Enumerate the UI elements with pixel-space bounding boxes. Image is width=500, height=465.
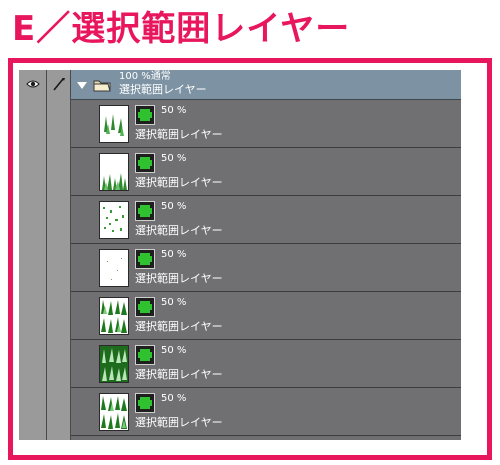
layer-row[interactable]: 50 % 選択範囲レイヤー: [71, 340, 461, 388]
layer-name: 選択範囲レイヤー: [135, 368, 223, 381]
folder-name: 選択範囲レイヤー: [119, 83, 207, 96]
selection-layer-icon: [135, 393, 155, 413]
layer-opacity: 50 %: [161, 345, 187, 356]
visibility-column[interactable]: [19, 70, 47, 440]
layer-row[interactable]: 50 % 選択範囲レイヤー: [71, 100, 461, 148]
layer-panel: 100 %通常 選択範囲レイヤー 50 % 選択範囲レイヤー 50 % 選択範囲…: [19, 70, 461, 440]
layer-opacity: 50 %: [161, 105, 187, 116]
lock-column[interactable]: [47, 70, 71, 440]
layer-row[interactable]: 50 % 選択範囲レイヤー: [71, 196, 461, 244]
layer-opacity: 50 %: [161, 297, 187, 308]
layer-opacity: 50 %: [161, 153, 187, 164]
layer-thumbnail: [99, 297, 129, 335]
folder-row[interactable]: 100 %通常 選択範囲レイヤー: [71, 70, 461, 100]
folder-toggles: [19, 70, 71, 100]
layer-row[interactable]: 50 % 選択範囲レイヤー: [71, 388, 461, 436]
triangle-down-icon[interactable]: [77, 82, 87, 89]
layer-name: 選択範囲レイヤー: [135, 128, 223, 141]
layer-row[interactable]: 50 % 選択範囲レイヤー: [71, 244, 461, 292]
layer-row[interactable]: 50 % 選択範囲レイヤー: [71, 148, 461, 196]
layer-opacity: 50 %: [161, 249, 187, 260]
layer-thumbnail: [99, 249, 129, 287]
folder-icon: [93, 80, 111, 92]
layer-opacity: 50 %: [161, 201, 187, 212]
layer-name: 選択範囲レイヤー: [135, 176, 223, 189]
selection-layer-icon: [135, 105, 155, 125]
selection-layer-icon: [135, 153, 155, 173]
page-heading: E／選択範囲レイヤー: [12, 9, 351, 49]
selection-layer-icon: [135, 345, 155, 365]
eye-icon[interactable]: [26, 79, 40, 89]
layer-row[interactable]: 50 % 選択範囲レイヤー: [71, 292, 461, 340]
layer-thumbnail: [99, 201, 129, 239]
layer-thumbnail: [99, 105, 129, 143]
brush-icon[interactable]: [51, 76, 67, 92]
layer-thumbnail: [99, 393, 129, 431]
layer-name: 選択範囲レイヤー: [135, 272, 223, 285]
selection-layer-icon: [135, 297, 155, 317]
layer-name: 選択範囲レイヤー: [135, 416, 223, 429]
selection-layer-icon: [135, 201, 155, 221]
selection-layer-icon: [135, 249, 155, 269]
layer-thumbnail: [99, 345, 129, 383]
folder-opacity-mode: 100 %通常: [119, 71, 171, 82]
layer-name: 選択範囲レイヤー: [135, 224, 223, 237]
layer-thumbnail: [99, 153, 129, 191]
layer-opacity: 50 %: [161, 393, 187, 404]
layer-name: 選択範囲レイヤー: [135, 320, 223, 333]
